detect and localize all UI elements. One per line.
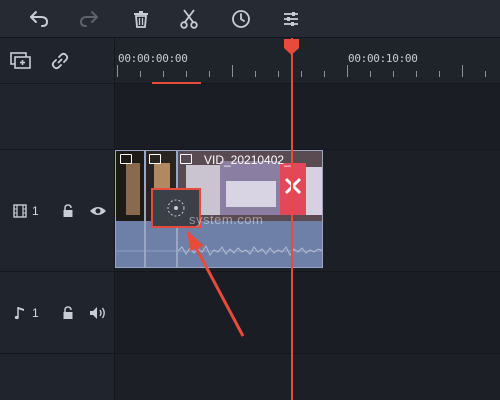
undo-icon <box>30 11 49 27</box>
annotation-arrow <box>187 230 245 337</box>
eye-icon[interactable] <box>88 201 108 221</box>
lock-icon[interactable] <box>58 201 78 221</box>
playhead-line[interactable] <box>291 38 293 400</box>
redo-button[interactable] <box>76 6 102 32</box>
empty-track-header-bottom <box>0 354 115 400</box>
audio-track-controls: 1 <box>10 272 108 353</box>
audio-track-header: 1 <box>0 272 115 354</box>
video-track-number: 1 <box>32 203 39 218</box>
adjust-button[interactable] <box>278 6 304 32</box>
link-icon <box>51 52 69 70</box>
split-button[interactable] <box>176 6 202 32</box>
cut-icon <box>180 9 198 29</box>
lock-icon[interactable] <box>58 303 78 323</box>
adjust-icon <box>284 12 298 26</box>
delete-icon <box>134 11 148 28</box>
add-track-icon <box>10 52 31 69</box>
timeline-area[interactable]: 00:00:00:00 00:00:10:00 VID_20210402_ sy… <box>115 38 500 400</box>
speed-button[interactable] <box>228 6 254 32</box>
link-button[interactable] <box>49 50 71 72</box>
film-track-icon <box>10 201 30 221</box>
video-track-controls: 1 <box>10 150 108 271</box>
track-header-toolbar <box>0 38 115 84</box>
delete-button[interactable] <box>128 6 154 32</box>
undo-button[interactable] <box>26 6 52 32</box>
empty-track-header <box>0 84 115 150</box>
speed-clock-icon <box>232 10 250 28</box>
add-track-button[interactable] <box>10 50 32 72</box>
track-header-panel: 1 1 <box>0 38 115 400</box>
playhead-handle[interactable] <box>283 38 300 56</box>
speaker-icon[interactable] <box>88 303 108 323</box>
video-track-header: 1 <box>0 150 115 272</box>
top-toolbar <box>0 0 500 38</box>
redo-icon <box>79 11 98 27</box>
audio-track-number: 1 <box>32 305 39 320</box>
music-note-icon <box>10 303 30 323</box>
